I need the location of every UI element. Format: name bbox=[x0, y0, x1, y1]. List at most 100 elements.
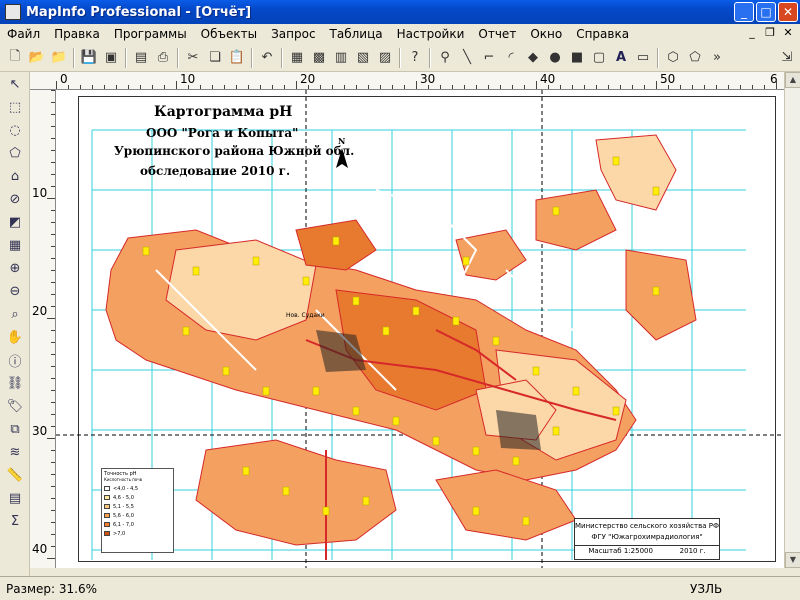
new-grapher-icon[interactable]: ▥ bbox=[330, 47, 352, 69]
reshape-icon[interactable]: ⬡ bbox=[662, 47, 684, 69]
menu-window[interactable]: Окно bbox=[523, 27, 569, 41]
line-icon[interactable]: ╲ bbox=[456, 47, 478, 69]
ruler-tick bbox=[51, 282, 55, 283]
map-title: Картограмма pH bbox=[154, 104, 293, 120]
statistics-icon[interactable]: Σ bbox=[2, 510, 28, 532]
layer-control-icon[interactable]: ≋ bbox=[2, 441, 28, 463]
ellipse-icon[interactable]: ● bbox=[544, 47, 566, 69]
select-icon[interactable]: ↖ bbox=[2, 73, 28, 95]
scroll-up-icon[interactable]: ▲ bbox=[785, 72, 800, 88]
sample-marker bbox=[612, 406, 620, 416]
marquee-select-icon[interactable]: ⬚ bbox=[2, 96, 28, 118]
polygon-select-icon[interactable]: ⬠ bbox=[2, 142, 28, 164]
sample-marker bbox=[572, 386, 580, 396]
menu-help[interactable]: Справка bbox=[569, 27, 636, 41]
polygon-icon[interactable]: ◆ bbox=[522, 47, 544, 69]
copy-icon[interactable]: ❏ bbox=[204, 47, 226, 69]
rounded-rectangle-icon[interactable]: ▢ bbox=[588, 47, 610, 69]
menu-table[interactable]: Таблица bbox=[323, 27, 390, 41]
ruler-tick bbox=[368, 85, 369, 89]
doc-minimize-icon[interactable]: _ bbox=[744, 26, 760, 42]
new-redistrict-icon[interactable]: ▨ bbox=[374, 47, 396, 69]
minimize-button[interactable]: _ bbox=[734, 2, 754, 22]
drag-map-icon[interactable]: ⧉ bbox=[2, 418, 28, 440]
label-icon[interactable]: 🏷 bbox=[2, 395, 28, 417]
legend-label: >7,0 bbox=[113, 530, 126, 537]
save-icon[interactable]: 💾 bbox=[78, 47, 100, 69]
info-box[interactable]: Министерство сельского хозяйства РФ ФГУ … bbox=[574, 518, 720, 560]
zoom-out-icon[interactable]: ⊖ bbox=[2, 280, 28, 302]
status-mode: УЗЛЬ bbox=[690, 581, 723, 596]
boundary-select-icon[interactable]: ⌂ bbox=[2, 165, 28, 187]
unselect-icon[interactable]: ⊘ bbox=[2, 188, 28, 210]
new-icon[interactable]: 🗋 bbox=[4, 47, 26, 69]
change-view-icon[interactable]: ⌕ bbox=[2, 303, 28, 325]
ruler-label: 30 bbox=[420, 72, 436, 86]
ruler-tick bbox=[116, 85, 117, 89]
invert-select-icon[interactable]: ◩ bbox=[2, 211, 28, 233]
paste-icon[interactable]: 📋 bbox=[226, 47, 248, 69]
status-bar: Размер: 31.6% УЗЛЬ bbox=[0, 576, 800, 600]
ruler-tick bbox=[51, 366, 55, 367]
rectangle-icon[interactable]: ■ bbox=[566, 47, 588, 69]
toolbar-more-icon[interactable]: » bbox=[706, 47, 728, 69]
doc-restore-icon[interactable]: ❐ bbox=[762, 26, 778, 42]
new-mapper-icon[interactable]: ▩ bbox=[308, 47, 330, 69]
exit-icon[interactable]: ⇲ bbox=[776, 47, 798, 69]
ruler-tick bbox=[104, 85, 105, 89]
maximize-button[interactable]: □ bbox=[756, 2, 776, 22]
polyline-icon[interactable]: ⌐ bbox=[478, 47, 500, 69]
vertical-scrollbar[interactable]: ▲ ▼ bbox=[784, 72, 800, 568]
ruler-tick bbox=[200, 85, 201, 89]
undo-icon[interactable]: ↶ bbox=[256, 47, 278, 69]
hotlink-icon[interactable]: ⛓ bbox=[2, 372, 28, 394]
sample-marker bbox=[652, 186, 660, 196]
frame-icon[interactable]: ▭ bbox=[632, 47, 654, 69]
menu-options[interactable]: Настройки bbox=[390, 27, 472, 41]
ruler-tick bbox=[47, 558, 55, 559]
legend-icon[interactable]: ▤ bbox=[2, 487, 28, 509]
ruler-label: 20 bbox=[32, 304, 48, 318]
menu-file[interactable]: Файл bbox=[0, 27, 47, 41]
close-button[interactable]: ✕ bbox=[778, 2, 798, 22]
ruler-tick bbox=[51, 174, 55, 175]
add-node-icon[interactable]: ⬠ bbox=[684, 47, 706, 69]
new-layout-icon[interactable]: ▧ bbox=[352, 47, 374, 69]
layout-canvas[interactable]: Картограмма pH ООО "Рога и Копыта" Урюпи… bbox=[56, 90, 784, 568]
ruler-icon[interactable]: 📏 bbox=[2, 464, 28, 486]
app-icon[interactable] bbox=[5, 4, 21, 20]
menu-objects[interactable]: Объекты bbox=[194, 27, 264, 41]
cut-icon[interactable]: ✂ bbox=[182, 47, 204, 69]
help-icon[interactable]: ? bbox=[404, 47, 426, 69]
print-preview-icon[interactable]: ▤ bbox=[130, 47, 152, 69]
menu-edit[interactable]: Правка bbox=[47, 27, 107, 41]
radius-select-icon[interactable]: ◌ bbox=[2, 119, 28, 141]
ruler-tick bbox=[51, 390, 55, 391]
doc-close-icon[interactable]: ✕ bbox=[780, 26, 796, 42]
ruler-tick bbox=[296, 81, 297, 89]
menu-programs[interactable]: Программы bbox=[107, 27, 194, 41]
info-icon[interactable]: ⓘ bbox=[2, 349, 28, 371]
ruler-tick bbox=[51, 378, 55, 379]
arc-icon[interactable]: ◜ bbox=[500, 47, 522, 69]
open-icon[interactable]: 📂 bbox=[26, 47, 48, 69]
menu-query[interactable]: Запрос bbox=[264, 27, 322, 41]
zoom-in-icon[interactable]: ⊕ bbox=[2, 257, 28, 279]
menu-report[interactable]: Отчет bbox=[471, 27, 523, 41]
sample-marker bbox=[192, 266, 200, 276]
info-ministry: Министерство сельского хозяйства РФ bbox=[575, 522, 719, 530]
grabber-icon[interactable]: ✋ bbox=[2, 326, 28, 348]
graph-select-icon[interactable]: ▦ bbox=[2, 234, 28, 256]
ruler-tick bbox=[176, 81, 177, 89]
legend-label: 4,6 - 5,0 bbox=[113, 494, 134, 501]
save-workspace-icon[interactable]: ▣ bbox=[100, 47, 122, 69]
new-browser-icon[interactable]: ▦ bbox=[286, 47, 308, 69]
info-org: ФГУ "Южагрохимрадиология" bbox=[591, 533, 703, 541]
map-legend[interactable]: Точность pH Кислотность почв <4,0 - 4,5 … bbox=[101, 468, 174, 553]
symbol-icon[interactable]: ⚲ bbox=[434, 47, 456, 69]
text-icon[interactable]: A bbox=[610, 47, 632, 69]
open-workspace-icon[interactable]: 📁 bbox=[48, 47, 70, 69]
print-icon[interactable]: ⎙ bbox=[152, 47, 174, 69]
field-polygon bbox=[595, 134, 677, 211]
scroll-down-icon[interactable]: ▼ bbox=[785, 552, 800, 568]
